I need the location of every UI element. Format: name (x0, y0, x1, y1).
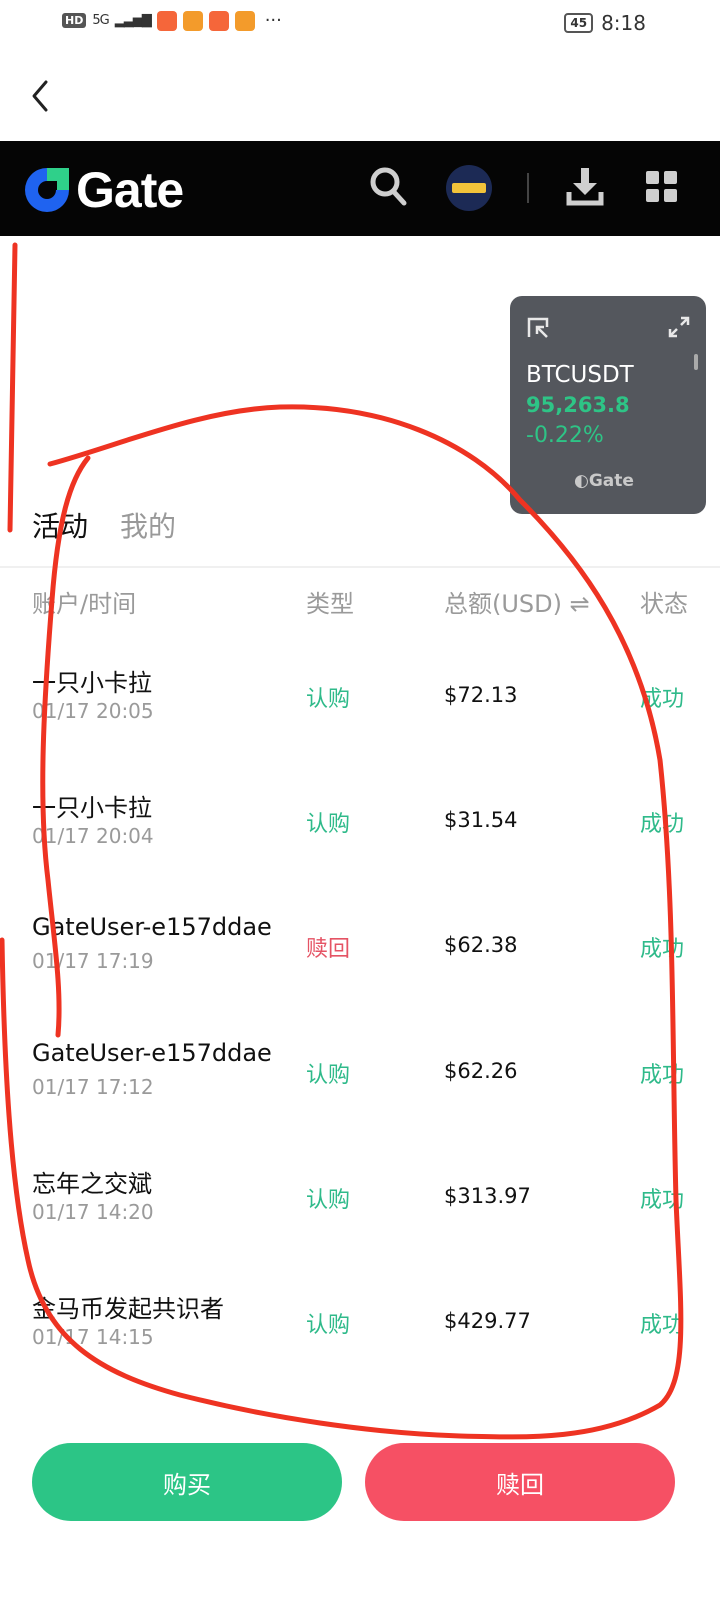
search-icon (370, 167, 407, 206)
row-amount: $429.77 (444, 1308, 531, 1333)
grid-icon (646, 171, 677, 202)
table-row[interactable]: 金马币发起共识者 01/17 14:15 认购 $429.77 成功 (0, 1289, 720, 1414)
row-time: 01/17 20:04 (32, 824, 154, 849)
header-type: 类型 (306, 590, 354, 618)
gate-mini-logo-icon: ◐ (574, 471, 589, 491)
clock: 8:18 (601, 11, 646, 35)
table-row[interactable]: 忘年之交斌 01/17 14:20 认购 $313.97 成功 (0, 1164, 720, 1289)
divider (527, 173, 529, 203)
app-notification-icon (234, 10, 255, 31)
table-row[interactable]: 一只小卡拉 01/17 20:05 认购 $72.13 成功 (0, 663, 720, 788)
transaction-list: 一只小卡拉 01/17 20:05 认购 $72.13 成功 一只小卡拉 01/… (0, 663, 720, 1414)
signal-bars-icon: ▂▃▅▇ (114, 13, 152, 28)
ticker-brand-text: Gate (588, 471, 634, 491)
gate-logo[interactable]: Gate (22, 161, 184, 219)
row-time: 01/17 20:05 (32, 699, 154, 723)
row-type: 认购 (306, 1187, 351, 1213)
app-notification-icon (156, 10, 177, 31)
pip-button[interactable] (526, 316, 550, 344)
row-account: GateUser-e157ddae (32, 1038, 272, 1067)
row-account: 金马币发起共识者 (32, 1294, 224, 1323)
header-status: 状态 (640, 590, 688, 618)
row-amount: $72.13 (444, 683, 518, 707)
battery-indicator: 45 (564, 13, 594, 33)
row-time: 01/17 17:12 (32, 1074, 154, 1099)
expand-button[interactable] (668, 316, 690, 342)
row-amount: $62.26 (444, 1058, 518, 1083)
back-button[interactable] (28, 76, 54, 116)
chevron-left-icon (32, 80, 48, 112)
row-type: 认购 (306, 812, 351, 838)
row-time: 01/17 14:15 (32, 1324, 154, 1349)
buy-button[interactable]: 购买 (32, 1443, 342, 1521)
menu-grid-button[interactable] (646, 171, 678, 207)
network-badge: HD (62, 13, 87, 28)
download-icon (566, 168, 604, 206)
row-status: 成功 (640, 1312, 685, 1338)
table-row[interactable]: 一只小卡拉 01/17 20:04 认购 $31.54 成功 (0, 788, 720, 913)
ticker-change: -0.22% (526, 423, 604, 448)
tab-activity[interactable]: 活动 (32, 505, 88, 545)
header-account-time: 账户/时间 (32, 590, 137, 618)
row-status: 成功 (640, 812, 685, 838)
redeem-button[interactable]: 赎回 (365, 1443, 675, 1521)
row-type: 认购 (306, 687, 351, 712)
row-time: 01/17 14:20 (32, 1199, 154, 1224)
logo-wordmark: Gate (76, 162, 184, 218)
row-amount: $313.97 (444, 1183, 531, 1208)
table-row[interactable]: GateUser-e157ddae 01/17 17:19 赎回 $62.38 … (0, 913, 720, 1038)
search-button[interactable] (368, 165, 408, 211)
row-account: 一只小卡拉 (32, 669, 152, 697)
gate-logo-icon (25, 168, 69, 212)
row-account: 一只小卡拉 (32, 794, 152, 823)
header-total-sort[interactable]: 总额(USD) ⇌ (444, 584, 590, 619)
row-account: 忘年之交斌 (32, 1169, 152, 1198)
ticker-scrollbar (694, 354, 698, 370)
row-type: 赎回 (306, 937, 351, 963)
ticker-symbol: BTCUSDT (526, 362, 634, 388)
status-right: 45 8:18 (564, 11, 646, 35)
row-status: 成功 (640, 687, 685, 712)
annotation-stroke (7, 242, 18, 533)
tab-bar: 活动 我的 (32, 505, 176, 545)
more-notifications-icon: ··· (264, 10, 282, 31)
table-row[interactable]: GateUser-e157ddae 01/17 17:12 认购 $62.26 … (0, 1039, 720, 1164)
tab-mine[interactable]: 我的 (120, 505, 176, 545)
row-account: GateUser-e157ddae (32, 913, 272, 942)
row-type: 认购 (306, 1312, 351, 1338)
row-status: 成功 (640, 937, 685, 963)
ticker-price: 95,263.8 (526, 393, 630, 417)
row-amount: $31.54 (444, 808, 518, 833)
site-header: Gate (0, 141, 720, 236)
avatar[interactable] (446, 165, 492, 211)
expand-icon (668, 316, 690, 338)
status-left: HD 5G ▂▃▅▇ ··· (62, 10, 282, 31)
table-header: 账户/时间 类型 总额(USD) ⇌ 状态 (0, 584, 720, 620)
picture-in-picture-icon (527, 317, 549, 338)
status-bar: HD 5G ▂▃▅▇ ··· 45 8:18 (0, 0, 720, 48)
row-status: 成功 (640, 1187, 685, 1213)
app-notification-icon (208, 10, 229, 31)
app-notification-icon (182, 10, 203, 31)
row-status: 成功 (640, 1062, 685, 1088)
signal-indicator: 5G (92, 13, 109, 28)
row-amount: $62.38 (444, 933, 518, 958)
price-ticker-widget[interactable]: BTCUSDT 95,263.8 -0.22% ◐Gate (510, 296, 706, 514)
download-button[interactable] (566, 166, 604, 210)
row-time: 01/17 17:19 (32, 949, 154, 974)
ticker-brand: ◐Gate (574, 471, 634, 491)
tab-divider (0, 566, 720, 568)
row-type: 认购 (306, 1062, 351, 1088)
